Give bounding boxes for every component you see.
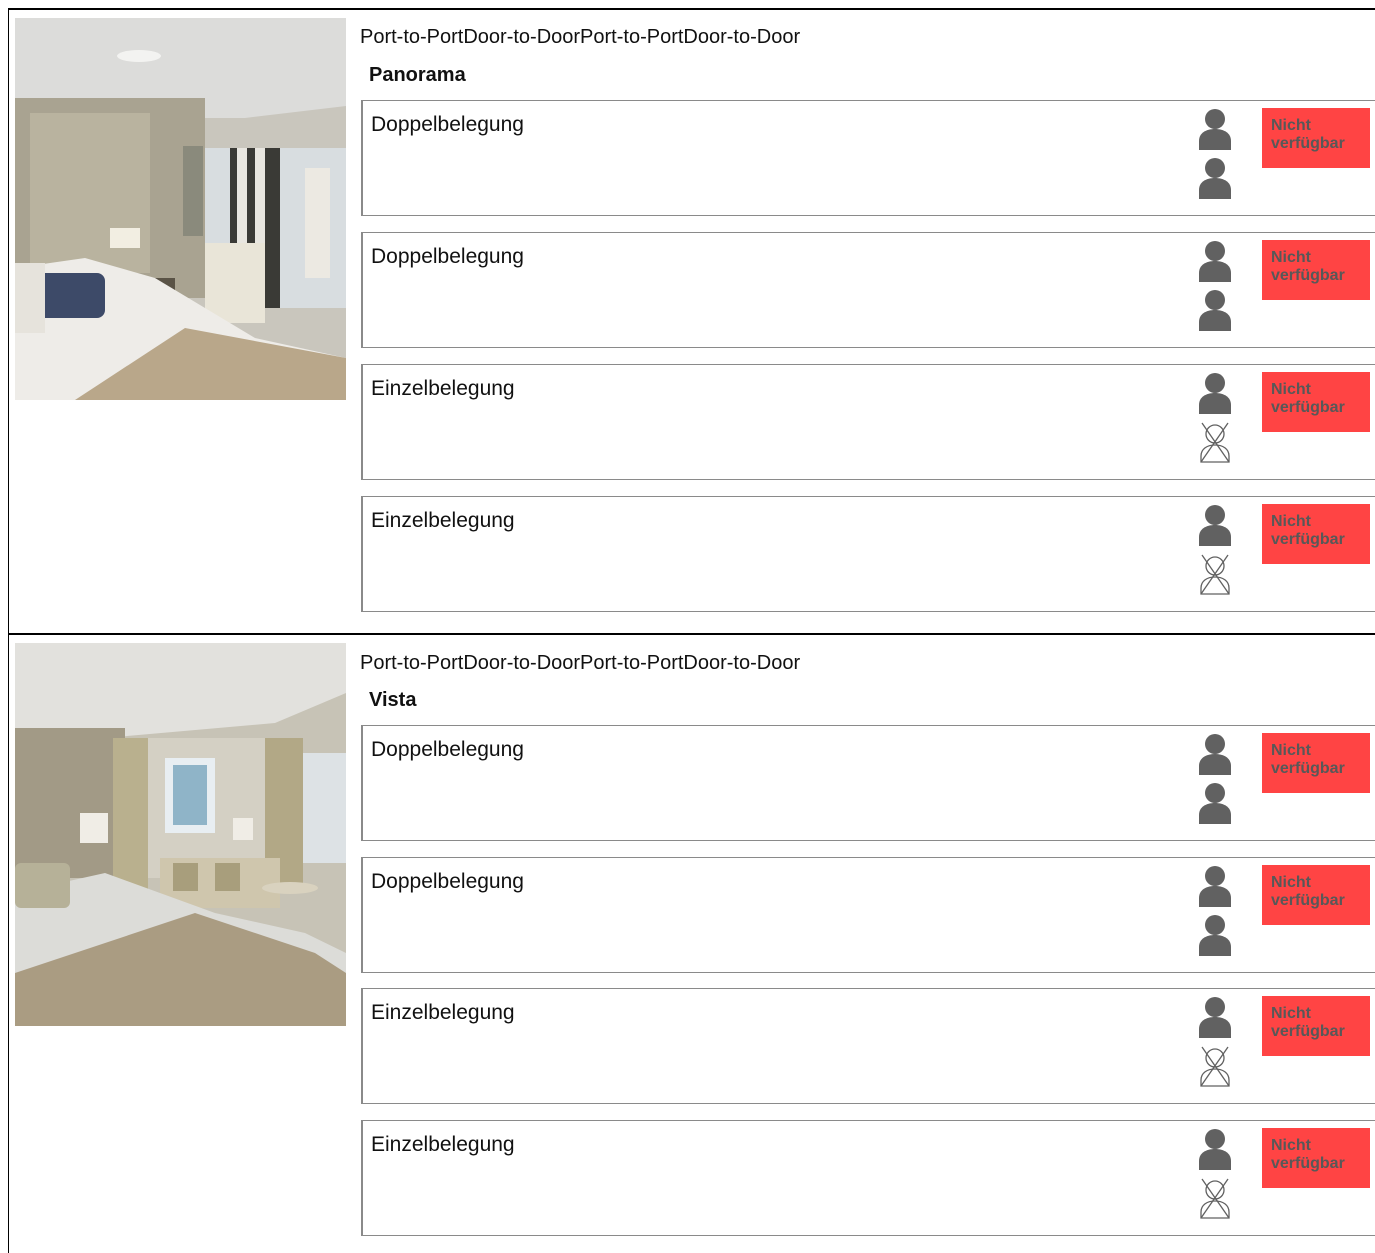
person-icon xyxy=(1198,108,1232,150)
person-icon xyxy=(1198,996,1232,1038)
occupancy-option: Einzelbelegung Nicht verfügbar xyxy=(361,496,1375,612)
person-crossed-icon xyxy=(1198,1177,1232,1219)
person-icon xyxy=(1198,865,1232,907)
occupancy-label: Doppelbelegung xyxy=(371,738,524,761)
status-badge: Nicht verfügbar xyxy=(1262,996,1370,1056)
bedroom-photo xyxy=(15,18,346,400)
suite-photo-panorama xyxy=(15,18,346,400)
person-icon xyxy=(1198,1128,1232,1170)
status-badge: Nicht verfügbar xyxy=(1262,372,1370,432)
person-crossed-icon xyxy=(1198,1045,1232,1087)
person-icon xyxy=(1198,157,1232,199)
occupancy-label: Doppelbelegung xyxy=(371,870,524,893)
occupancy-label: Doppelbelegung xyxy=(371,113,524,136)
occupancy-label: Einzelbelegung xyxy=(371,377,515,400)
suite-vista: Port-to-PortDoor-to-DoorPort-to-PortDoor… xyxy=(8,633,1375,1253)
person-icon xyxy=(1198,733,1232,775)
status-badge: Nicht verfügbar xyxy=(1262,504,1370,564)
occupancy-option: Doppelbelegung Nicht verfügbar xyxy=(361,100,1375,216)
occupancy-option: Doppelbelegung Nicht verfügbar xyxy=(361,232,1375,348)
person-crossed-icon xyxy=(1198,421,1232,463)
occupancy-option: Doppelbelegung Nicht verfügbar xyxy=(361,857,1375,973)
status-badge: Nicht verfügbar xyxy=(1262,108,1370,168)
occupancy-label: Einzelbelegung xyxy=(371,1001,515,1024)
occupancy-option: Doppelbelegung Nicht verfügbar xyxy=(361,725,1375,841)
person-icon xyxy=(1198,782,1232,824)
occupancy-label: Einzelbelegung xyxy=(371,1133,515,1156)
suite-panorama: Port-to-PortDoor-to-DoorPort-to-PortDoor… xyxy=(8,8,1375,634)
person-crossed-icon xyxy=(1198,553,1232,595)
person-icon xyxy=(1198,240,1232,282)
occupancy-option: Einzelbelegung Nicht verfügbar xyxy=(361,988,1375,1104)
cabin-category-title: Vista xyxy=(369,689,417,711)
person-icon xyxy=(1198,289,1232,331)
status-badge: Nicht verfügbar xyxy=(1262,733,1370,793)
tariff-options: Port-to-PortDoor-to-DoorPort-to-PortDoor… xyxy=(360,652,801,674)
suite-photo-vista xyxy=(15,643,346,1026)
occupancy-label: Einzelbelegung xyxy=(371,509,515,532)
bedroom-photo xyxy=(15,643,346,1026)
status-badge: Nicht verfügbar xyxy=(1262,865,1370,925)
person-icon xyxy=(1198,504,1232,546)
person-icon xyxy=(1198,914,1232,956)
tariff-options: Port-to-PortDoor-to-DoorPort-to-PortDoor… xyxy=(360,26,801,48)
occupancy-label: Doppelbelegung xyxy=(371,245,524,268)
status-badge: Nicht verfügbar xyxy=(1262,1128,1370,1188)
status-badge: Nicht verfügbar xyxy=(1262,240,1370,300)
occupancy-option: Einzelbelegung Nicht verfügbar xyxy=(361,1120,1375,1236)
occupancy-option: Einzelbelegung Nicht verfügbar xyxy=(361,364,1375,480)
person-icon xyxy=(1198,372,1232,414)
cabin-category-title: Panorama xyxy=(369,64,466,86)
